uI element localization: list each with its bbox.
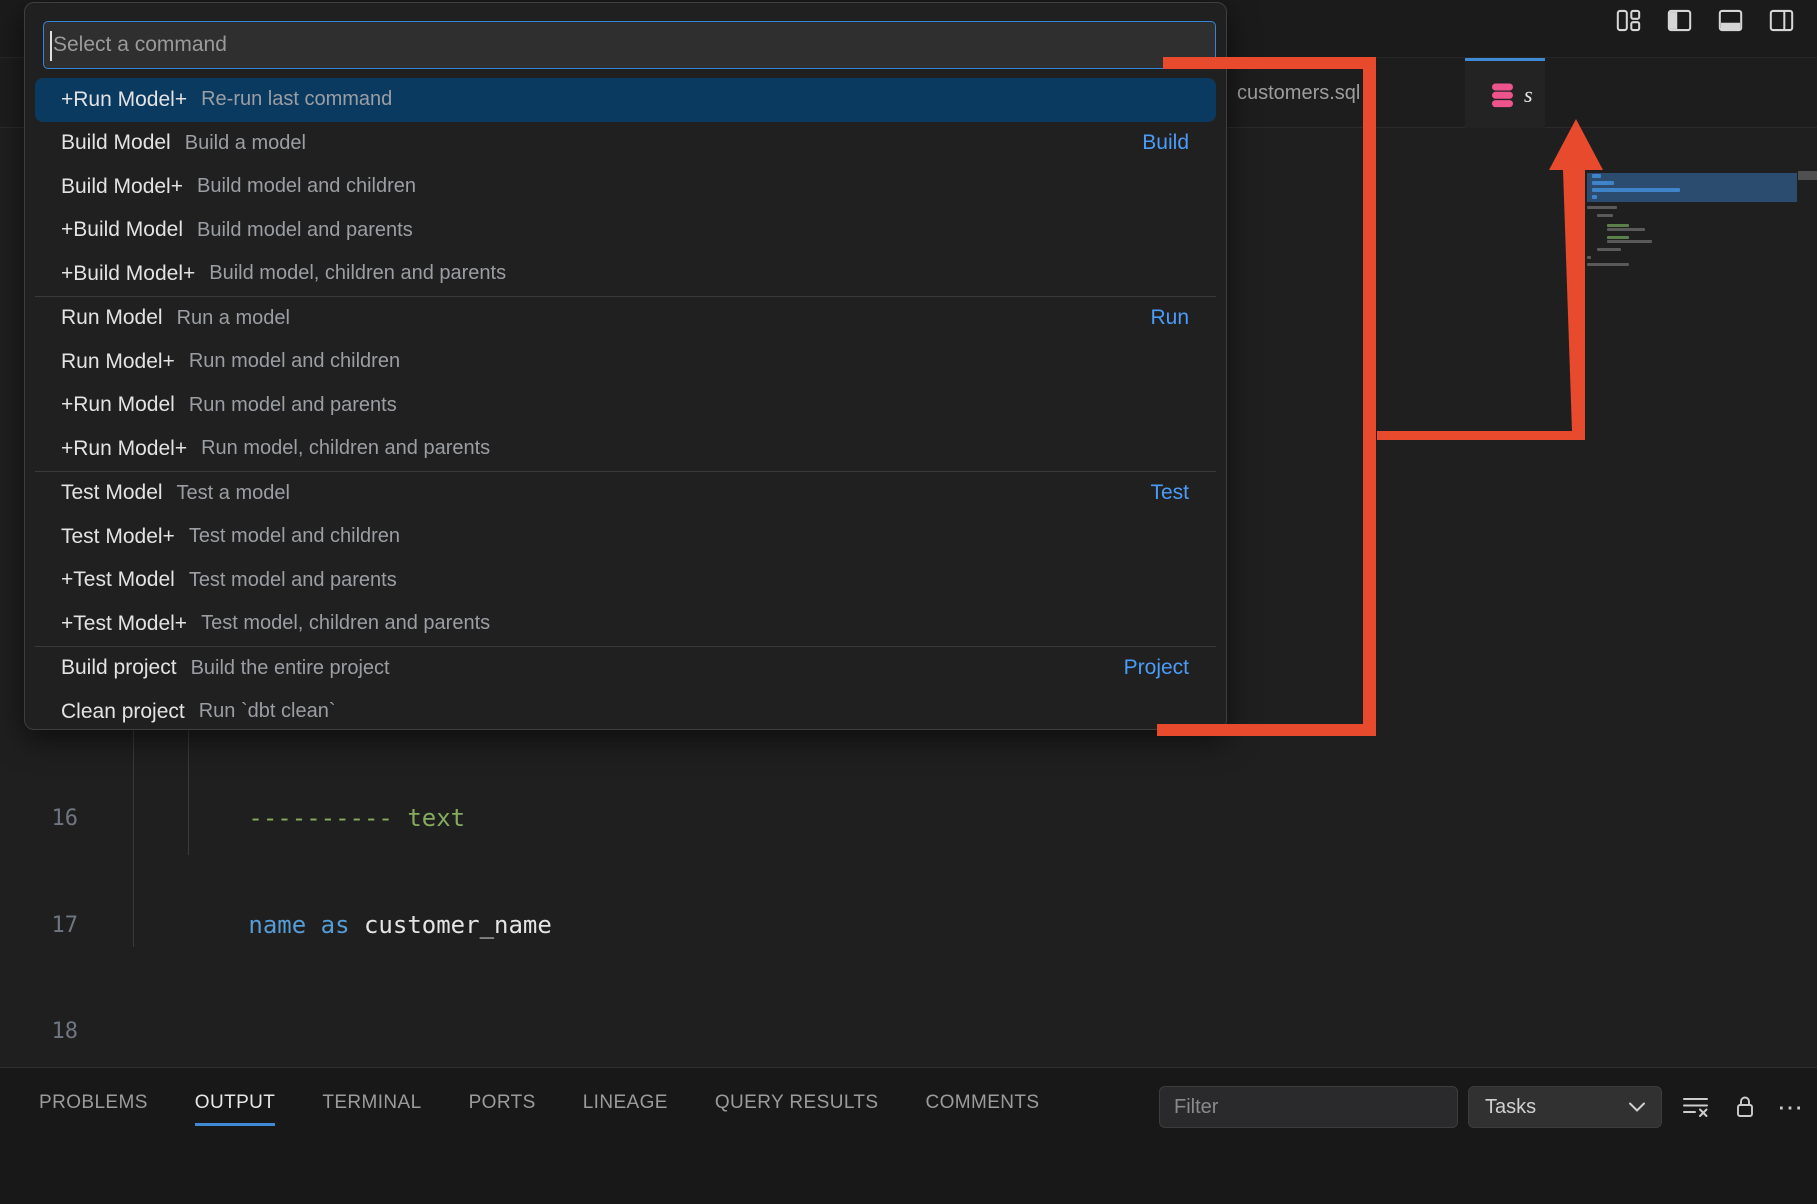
tab-customers-sql-label: customers.sql [1237,82,1360,105]
clear-output-button[interactable] [1680,1086,1710,1128]
customize-layout-icon[interactable] [1615,7,1642,34]
lock-button[interactable] [1730,1086,1760,1128]
tab-customers-sql[interactable]: customers.sql [1237,58,1360,128]
command-palette: Select a command +Run Model+ Re-run last… [24,2,1227,730]
category-label: Project [1124,656,1189,680]
code-line: 18 [0,1014,552,1050]
command-item-plus-build-model[interactable]: +Build Model Build model and parents [25,209,1226,253]
chevron-down-icon [1627,1101,1647,1113]
command-item-test-model[interactable]: Test Model Test a model Test [25,472,1226,516]
code-line: 16 ---------- text [0,801,552,837]
minimap-scrollbar[interactable] [1798,171,1817,180]
bottom-panel: PROBLEMS OUTPUT TERMINAL PORTS LINEAGE Q… [0,1067,1817,1204]
tab-query-results[interactable]: QUERY RESULTS [715,1078,879,1128]
preview-tab-label: s [1524,82,1533,108]
command-item-build-project[interactable]: Build project Build the entire project P… [25,647,1226,691]
tab-comments[interactable]: COMMENTS [925,1078,1039,1128]
panel-more-button[interactable]: ⋯ [1776,1086,1806,1128]
command-item-plus-build-model-plus[interactable]: +Build Model+ Build model, children and … [25,252,1226,296]
command-item-run-model-plus[interactable]: Run Model+ Run model and children [25,340,1226,384]
command-item-plus-run-model-plus[interactable]: +Run Model+ Run model, children and pare… [25,427,1226,471]
panel-tabs: PROBLEMS OUTPUT TERMINAL PORTS LINEAGE Q… [39,1078,1040,1128]
category-label: Build [1142,131,1189,155]
command-list: +Run Model+ Re-run last command Build Mo… [25,78,1226,730]
ellipsis-icon: ⋯ [1777,1094,1805,1120]
tab-problems[interactable]: PROBLEMS [39,1078,148,1128]
clear-output-icon [1682,1095,1709,1119]
lock-icon [1733,1094,1757,1120]
tab-ports[interactable]: PORTS [469,1078,536,1128]
minimap[interactable] [1587,150,1797,290]
toggle-secondary-sidebar-icon[interactable] [1768,7,1795,34]
window-layout-controls [1615,7,1795,34]
command-item-plus-run-model[interactable]: +Run Model Run model and parents [25,384,1226,428]
text-caret [50,31,52,61]
tasks-dropdown[interactable]: Tasks [1468,1086,1662,1128]
command-item-build-model-plus[interactable]: Build Model+ Build model and children [25,165,1226,209]
tab-lineage[interactable]: LINEAGE [583,1078,668,1128]
tab-output[interactable]: OUTPUT [195,1078,276,1128]
command-input-placeholder: Select a command [53,33,227,57]
command-item-clean-project[interactable]: Clean project Run `dbt clean` [25,690,1226,730]
toggle-sidebar-icon[interactable] [1666,7,1693,34]
command-item-run-model[interactable]: Run Model Run a model Run [25,297,1226,341]
command-input[interactable]: Select a command [43,21,1216,69]
category-label: Test [1150,481,1189,505]
command-item-test-model-plus[interactable]: Test Model+ Test model and children [25,515,1226,559]
command-item-plus-test-model[interactable]: +Test Model Test model and parents [25,559,1226,603]
vscode-window: customers.sql s [0,0,1817,1204]
tab-preview-active[interactable]: s [1465,58,1545,128]
toggle-panel-icon[interactable] [1717,7,1744,34]
command-item-rerun-last[interactable]: +Run Model+ Re-run last command [35,78,1216,122]
filter-placeholder: Filter [1174,1096,1218,1119]
filter-input[interactable]: Filter [1159,1086,1458,1128]
command-item-plus-test-model-plus[interactable]: +Test Model+ Test model, children and pa… [25,602,1226,646]
category-label: Run [1150,306,1189,330]
tab-terminal[interactable]: TERMINAL [322,1078,421,1128]
code-line: 17 name as customer_name [0,908,552,944]
command-item-build-model[interactable]: Build Model Build a model Build [25,122,1226,166]
database-icon [1491,82,1514,108]
